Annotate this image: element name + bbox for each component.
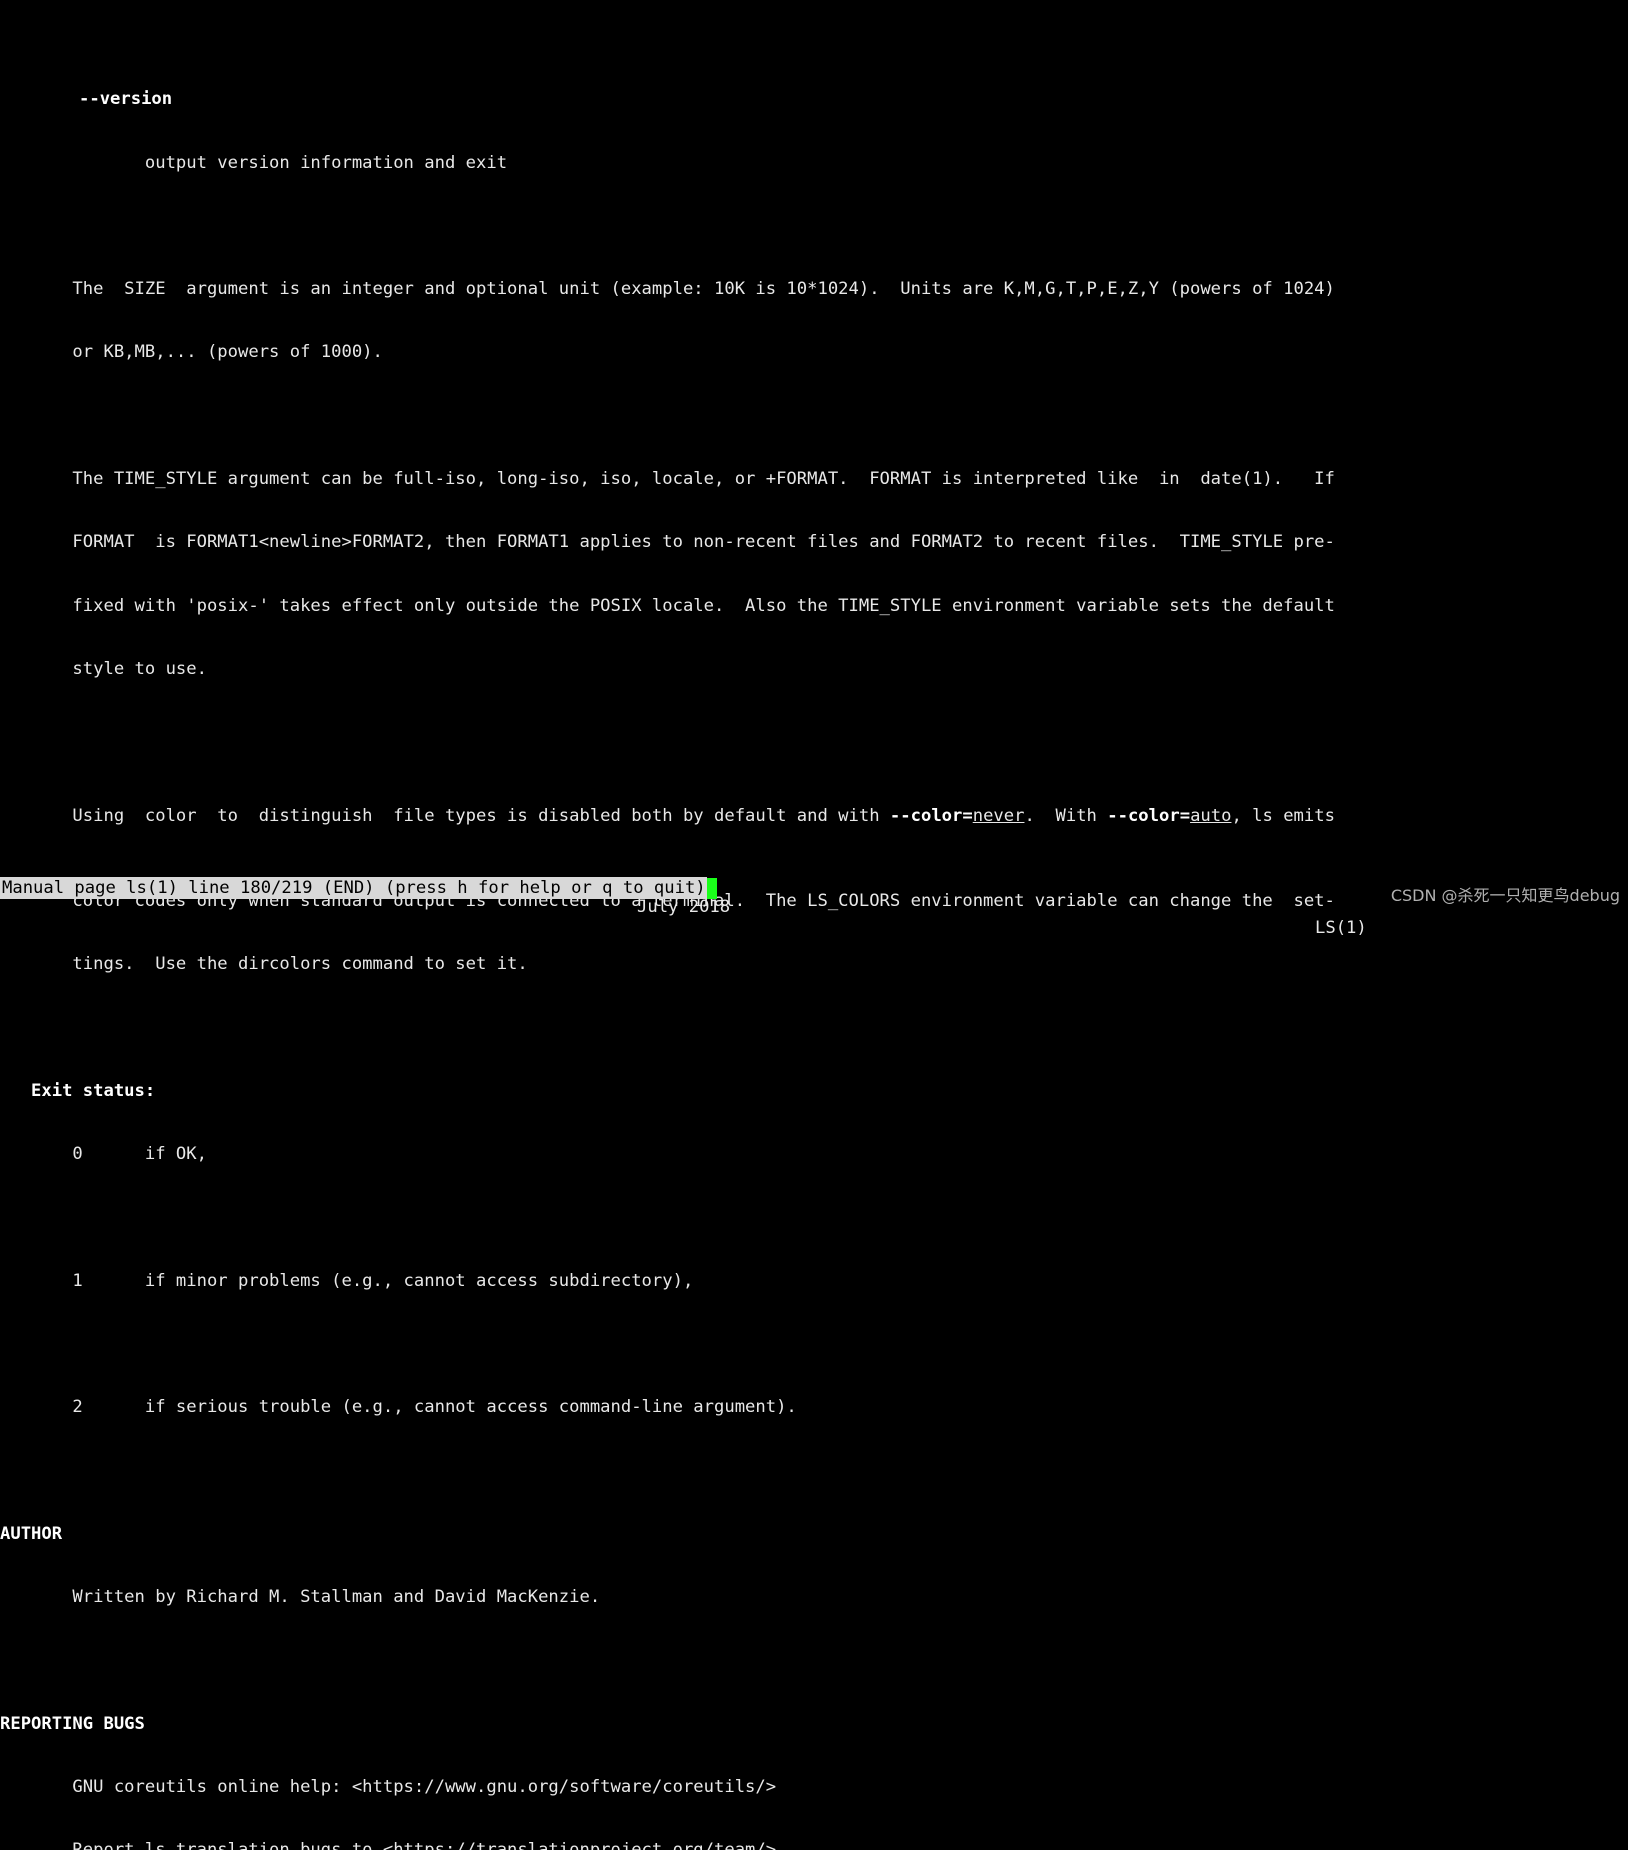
man-line: 0 if OK,	[0, 1143, 207, 1164]
subsection-heading-exit-status: Exit status:	[0, 1080, 156, 1101]
man-line: output version information and exit	[0, 152, 508, 173]
csdn-watermark: CSDN @杀死一只知更鸟debug	[1390, 886, 1620, 905]
terminal-window[interactable]: --version output version information and…	[0, 0, 1628, 1850]
section-heading-reporting-bugs: REPORTING BUGS	[0, 1713, 145, 1734]
option-color-auto-value: auto	[1190, 806, 1232, 827]
man-blank-line	[0, 1334, 1628, 1355]
man-line: FORMAT is FORMAT1<newline>FORMAT2, then …	[0, 532, 1335, 553]
man-line: style to use.	[0, 658, 207, 679]
man-blank-line	[0, 406, 1628, 427]
footer-center-date: July 2018	[637, 897, 731, 918]
man-line-color-1: Using color to distinguish file types is…	[0, 806, 1628, 827]
section-heading-author: AUTHOR	[0, 1523, 63, 1544]
man-blank-line	[0, 1460, 1628, 1481]
pager-status-bar[interactable]: Manual page ls(1) line 180/219 (END) (pr…	[0, 877, 717, 899]
man-line: The SIZE argument is an integer and opti…	[0, 279, 1335, 300]
man-line: fixed with 'posix-' takes effect only ou…	[0, 595, 1335, 616]
man-line: Report ls translation bugs to <https://t…	[0, 1840, 1628, 1850]
color-line-prefix: Using color to distinguish file types is…	[0, 806, 890, 827]
man-blank-line	[0, 722, 1628, 743]
option-color-auto: --color=	[1107, 806, 1191, 827]
terminal-cursor	[706, 877, 717, 899]
man-blank-line	[0, 1207, 1628, 1228]
pager-status-text: Manual page ls(1) line 180/219 (END) (pr…	[0, 877, 707, 899]
man-blank-line	[0, 1017, 1628, 1038]
man-line: 2 if serious trouble (e.g., cannot acces…	[0, 1397, 797, 1418]
color-line-suffix: , ls emits	[1231, 806, 1335, 827]
man-page-footer: GNU coreutils 8.30 July 2018 LS(1)	[0, 855, 1628, 960]
man-line: 1 if minor problems (e.g., cannot access…	[0, 1270, 694, 1291]
option-color-never: --color=	[889, 806, 973, 827]
option-version: --version	[79, 89, 173, 110]
man-line: Written by Richard M. Stallman and David…	[0, 1586, 601, 1607]
man-line: The TIME_STYLE argument can be full-iso,…	[0, 468, 1335, 489]
man-line-version-flag: --version	[0, 89, 1628, 110]
man-line: GNU coreutils online help: <https://www.…	[0, 1776, 777, 1797]
man-line: or KB,MB,... (powers of 1000).	[0, 342, 383, 363]
option-color-never-value: never	[972, 806, 1025, 827]
man-blank-line	[0, 1650, 1628, 1671]
color-line-mid: . With	[1024, 806, 1108, 827]
footer-right-manpage-ref: LS(1)	[1315, 918, 1367, 939]
man-blank-line	[0, 216, 1628, 237]
